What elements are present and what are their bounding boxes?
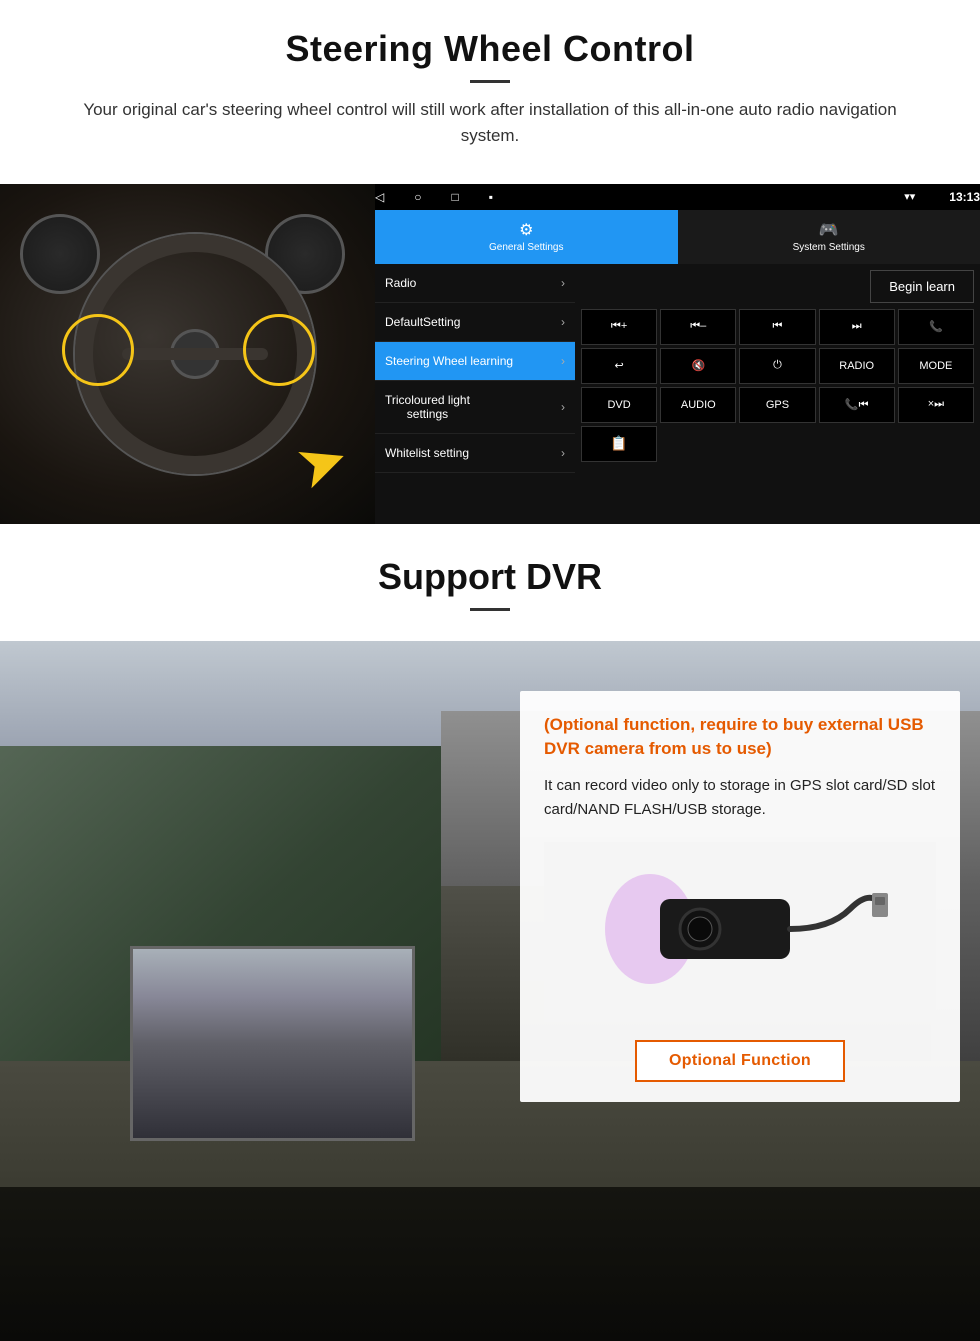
back-nav-btn[interactable]: ◁ — [375, 190, 384, 204]
chevron-icon: › — [561, 446, 565, 460]
ctrl-dvd[interactable]: DVD — [581, 387, 657, 423]
control-content-panel: Begin learn ⏮+ ⏮– ⏮ ⏭ 📞 ↩ 🔇 ⏻ RADIO — [575, 264, 980, 524]
ctrl-next-track[interactable]: ⏭ — [819, 309, 895, 345]
ctrl-prev-track[interactable]: ⏮ — [739, 309, 815, 345]
dvr-preview-inner — [133, 949, 412, 1138]
ctrl-cross-next[interactable]: ×⏭ — [898, 387, 974, 423]
control-buttons-grid: ⏮+ ⏮– ⏮ ⏭ 📞 ↩ 🔇 ⏻ RADIO MODE DVD AUDIO — [581, 309, 974, 462]
steering-wheel-section: Steering Wheel Control Your original car… — [0, 0, 980, 524]
ctrl-audio[interactable]: AUDIO — [660, 387, 736, 423]
dvr-background: (Optional function, require to buy exter… — [0, 641, 980, 1341]
dvr-desc-text: It can record video only to storage in G… — [544, 774, 936, 822]
begin-learn-row: Begin learn — [581, 270, 974, 303]
gauge-left — [20, 214, 100, 294]
section1-title: Steering Wheel Control — [40, 28, 940, 70]
ctrl-phone[interactable]: 📞 — [898, 309, 974, 345]
wifi-icon: ▾▾ — [904, 190, 915, 203]
system-settings-icon: 🎮 — [819, 220, 839, 240]
dvr-camera-svg — [590, 849, 890, 1009]
highlight-circle-right — [243, 314, 315, 386]
dvr-camera-image — [544, 842, 936, 1022]
dvr-title: Support DVR — [40, 556, 940, 598]
ctrl-vol-down[interactable]: ⏮– — [660, 309, 736, 345]
ctrl-gps[interactable]: GPS — [739, 387, 815, 423]
ctrl-mode[interactable]: MODE — [898, 348, 974, 384]
tab-general-label: General Settings — [489, 242, 564, 253]
settings-menu: Radio › DefaultSetting › Steering Wheel … — [375, 264, 575, 524]
steering-wheel-photo: ➤ — [0, 184, 375, 524]
dvr-video-preview — [130, 946, 415, 1141]
begin-learn-button[interactable]: Begin learn — [870, 270, 974, 303]
optional-function-btn-container: Optional Function — [544, 1040, 936, 1082]
menu-item-whitelist[interactable]: Whitelist setting › — [375, 434, 575, 473]
ctrl-power[interactable]: ⏻ — [739, 348, 815, 384]
cast-nav-btn[interactable]: ▪ — [489, 190, 493, 204]
ctrl-vol-up[interactable]: ⏮+ — [581, 309, 657, 345]
ctrl-radio[interactable]: RADIO — [819, 348, 895, 384]
section1-title-area: Steering Wheel Control Your original car… — [0, 0, 980, 166]
optional-function-button[interactable]: Optional Function — [635, 1040, 845, 1082]
status-time: 13:13 — [949, 190, 980, 204]
dvr-section: Support DVR (Optional function, require … — [0, 524, 980, 1341]
dvr-optional-text: (Optional function, require to buy exter… — [544, 713, 936, 762]
android-tabs: ⚙ General Settings 🎮 System Settings — [375, 210, 980, 264]
ctrl-mute[interactable]: 🔇 — [660, 348, 736, 384]
highlight-circle-left — [62, 314, 134, 386]
dvr-info-box: (Optional function, require to buy exter… — [520, 691, 960, 1102]
chevron-icon: › — [561, 354, 565, 368]
general-settings-icon: ⚙ — [519, 220, 533, 240]
ctrl-phone-prev[interactable]: 📞⏮ — [819, 387, 895, 423]
menu-item-default[interactable]: DefaultSetting › — [375, 303, 575, 342]
ctrl-back[interactable]: ↩ — [581, 348, 657, 384]
dvr-dashboard — [0, 1187, 980, 1341]
sw-ui-container: ➤ ◁ ○ □ ▪ ▾▾ 13:13 ⚙ General Settings — [0, 184, 980, 524]
tab-general[interactable]: ⚙ General Settings — [375, 210, 678, 264]
home-nav-btn[interactable]: ○ — [414, 190, 421, 204]
tab-system[interactable]: 🎮 System Settings — [678, 210, 980, 264]
menu-item-steering[interactable]: Steering Wheel learning › — [375, 342, 575, 381]
recent-nav-btn[interactable]: □ — [451, 190, 458, 204]
android-navbar: ◁ ○ □ ▪ ▾▾ 13:13 — [375, 184, 980, 210]
menu-item-tricolour-label: Tricoloured lightsettings — [385, 393, 470, 421]
chevron-icon: › — [561, 276, 565, 290]
menu-item-default-label: DefaultSetting — [385, 315, 460, 329]
chevron-icon: › — [561, 315, 565, 329]
chevron-icon: › — [561, 400, 565, 414]
android-panel: ◁ ○ □ ▪ ▾▾ 13:13 ⚙ General Settings 🎮 Sy… — [375, 184, 980, 524]
dvr-title-area: Support DVR — [0, 524, 980, 641]
section1-subtitle: Your original car's steering wheel contr… — [60, 97, 920, 150]
menu-item-tricolour[interactable]: Tricoloured lightsettings › — [375, 381, 575, 434]
menu-item-radio[interactable]: Radio › — [375, 264, 575, 303]
dvr-title-divider — [470, 608, 510, 611]
menu-item-radio-label: Radio — [385, 276, 416, 290]
menu-item-whitelist-label: Whitelist setting — [385, 446, 469, 460]
ctrl-extra[interactable]: 📋 — [581, 426, 657, 462]
android-body: Radio › DefaultSetting › Steering Wheel … — [375, 264, 980, 524]
menu-item-steering-label: Steering Wheel learning — [385, 354, 513, 368]
tab-system-label: System Settings — [793, 242, 865, 253]
title-divider — [470, 80, 510, 83]
